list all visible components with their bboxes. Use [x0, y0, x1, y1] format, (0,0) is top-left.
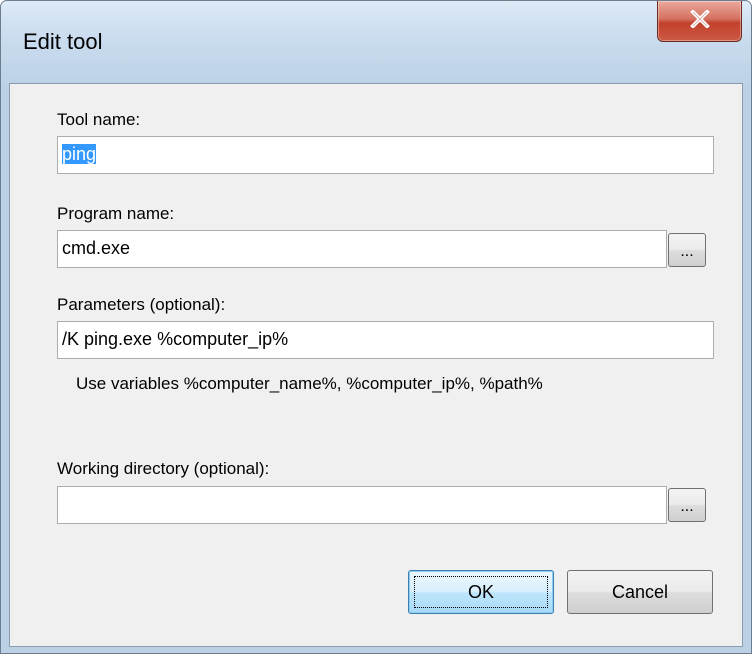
program-browse-button[interactable]: ...: [668, 233, 706, 267]
close-button[interactable]: [657, 1, 742, 42]
tool-name-label: Tool name:: [57, 110, 141, 129]
close-icon: [690, 10, 710, 28]
working-directory-browse-button[interactable]: ...: [668, 488, 706, 522]
window-frame-right: [743, 83, 751, 653]
variables-hint: Use variables %computer_name%, %computer…: [76, 374, 543, 393]
program-name-field[interactable]: cmd.exe: [57, 230, 667, 268]
working-directory-label: Working directory (optional):: [57, 459, 270, 478]
working-directory-field[interactable]: [57, 486, 667, 524]
window-title: Edit tool: [23, 29, 103, 54]
parameters-field[interactable]: /K ping.exe %computer_ip%: [57, 321, 714, 359]
cancel-button[interactable]: Cancel: [567, 570, 713, 614]
parameters-label: Parameters (optional):: [57, 295, 226, 314]
program-name-label: Program name:: [57, 204, 175, 223]
focus-rectangle: [414, 576, 548, 608]
window-frame-left: [1, 83, 9, 653]
title-bar[interactable]: Edit tool: [1, 1, 751, 83]
tool-name-value: ping: [62, 144, 97, 164]
parameters-value: /K ping.exe %computer_ip%: [62, 329, 289, 349]
dialog-content: Tool name: ping Program name: cmd.exe ..…: [9, 83, 743, 647]
edit-tool-dialog: Edit tool Tool name: ping Program name: …: [0, 0, 752, 654]
program-name-value: cmd.exe: [62, 238, 131, 258]
tool-name-field[interactable]: ping: [57, 136, 714, 174]
cancel-button-label: Cancel: [611, 582, 669, 602]
ok-button[interactable]: OK: [408, 570, 554, 614]
